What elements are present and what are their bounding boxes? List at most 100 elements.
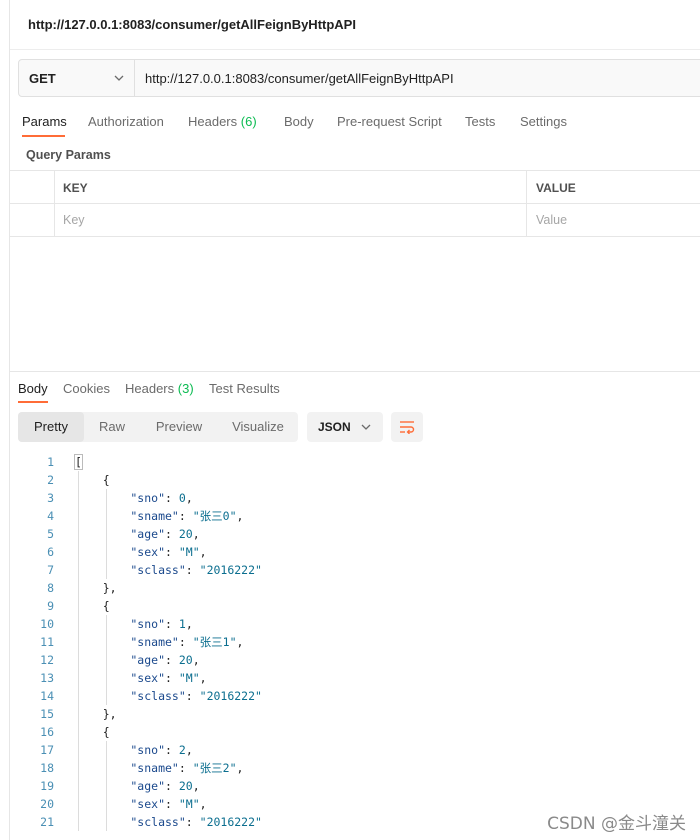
code-text: "sno": 2, — [75, 743, 193, 757]
code-text: "sex": "M", — [75, 545, 207, 559]
view-visualize[interactable]: Visualize — [226, 412, 290, 442]
code-line: 2 { — [10, 471, 700, 489]
line-number: 14 — [40, 689, 54, 703]
line-number: 16 — [40, 725, 54, 739]
code-line: 17 "sno": 2, — [10, 741, 700, 759]
line-number: 4 — [47, 509, 54, 523]
code-text: "age": 20, — [75, 527, 200, 541]
active-response-tab-indicator — [18, 401, 48, 403]
tab-tests[interactable]: Tests — [465, 114, 495, 129]
code-line: 15 }, — [10, 705, 700, 723]
code-text: "age": 20, — [75, 653, 200, 667]
line-number: 17 — [40, 743, 54, 757]
code-line: 6 "sex": "M", — [10, 543, 700, 561]
code-text: "sno": 1, — [75, 617, 193, 631]
active-tab-indicator — [22, 135, 65, 137]
code-text: [ — [74, 454, 83, 470]
code-text: { — [75, 473, 110, 487]
code-text: "sname": "张三2", — [75, 761, 244, 775]
line-number: 10 — [40, 617, 54, 631]
tab-params[interactable]: Params — [22, 114, 67, 129]
line-number: 9 — [47, 599, 54, 613]
code-text: "sname": "张三0", — [75, 509, 244, 523]
query-params-label: Query Params — [26, 148, 111, 162]
line-number: 13 — [40, 671, 54, 685]
query-params-table: KEY VALUE Key Value — [10, 170, 700, 237]
method-select[interactable]: GET — [19, 60, 135, 96]
watermark: CSDN @金斗潼关 — [547, 814, 686, 834]
code-line: 7 "sclass": "2016222" — [10, 561, 700, 579]
tab-settings[interactable]: Settings — [520, 114, 567, 129]
chevron-down-icon — [361, 424, 371, 430]
view-raw[interactable]: Raw — [92, 412, 132, 442]
line-number: 15 — [40, 707, 54, 721]
indent-guide — [106, 615, 107, 705]
param-value-input[interactable]: Value — [536, 213, 567, 227]
tab-headers[interactable]: Headers (6) — [188, 114, 257, 129]
line-number: 5 — [47, 527, 54, 541]
response-tabs: Body Cookies Headers (3) Test Results — [10, 372, 700, 403]
code-line: 13 "sex": "M", — [10, 669, 700, 687]
code-line: 18 "sname": "张三2", — [10, 759, 700, 777]
column-header-value: VALUE — [536, 181, 576, 195]
code-text: "sclass": "2016222" — [75, 815, 262, 829]
line-number: 7 — [47, 563, 54, 577]
request-tab-title[interactable]: http://127.0.0.1:8083/consumer/getAllFei… — [10, 0, 700, 50]
code-line: 11 "sname": "张三1", — [10, 633, 700, 651]
view-mode-switcher: Pretty Raw Preview Visualize — [18, 412, 298, 442]
line-number: 18 — [40, 761, 54, 775]
code-text: "sclass": "2016222" — [75, 563, 262, 577]
response-tab-headers[interactable]: Headers (3) — [125, 381, 194, 396]
line-number: 20 — [40, 797, 54, 811]
column-divider — [54, 171, 55, 237]
indent-guide — [106, 741, 107, 831]
tab-pre-request-script[interactable]: Pre-request Script — [337, 114, 442, 129]
code-text: { — [75, 599, 110, 613]
line-number: 3 — [47, 491, 54, 505]
line-number: 6 — [47, 545, 54, 559]
code-line: 14 "sclass": "2016222" — [10, 687, 700, 705]
code-text: }, — [75, 581, 117, 595]
wrap-lines-button[interactable] — [391, 412, 423, 442]
line-number: 12 — [40, 653, 54, 667]
code-text: "age": 20, — [75, 779, 200, 793]
format-label: JSON — [318, 420, 351, 434]
tab-authorization[interactable]: Authorization — [88, 114, 164, 129]
tab-body[interactable]: Body — [284, 114, 314, 129]
response-body-editor[interactable]: 1[2 {3 "sno": 0, 4 "sname": "张三0", 5 "age"… — [10, 453, 700, 840]
code-text: "sno": 0, — [75, 491, 193, 505]
request-tab-title-text: http://127.0.0.1:8083/consumer/getAllFei… — [28, 17, 356, 32]
method-label: GET — [29, 70, 56, 86]
chevron-down-icon — [114, 75, 124, 81]
format-select[interactable]: JSON — [307, 412, 383, 442]
code-text: }, — [75, 707, 117, 721]
code-line: 16 { — [10, 723, 700, 741]
code-line: 3 "sno": 0, — [10, 489, 700, 507]
view-preview[interactable]: Preview — [148, 412, 210, 442]
view-pretty[interactable]: Pretty — [18, 412, 84, 442]
code-line: 4 "sname": "张三0", — [10, 507, 700, 525]
indent-guide — [106, 489, 107, 579]
request-bar: GET http://127.0.0.1:8083/consumer/getAl… — [18, 59, 700, 97]
line-number: 19 — [40, 779, 54, 793]
code-line: 19 "age": 20, — [10, 777, 700, 795]
code-line: 12 "age": 20, — [10, 651, 700, 669]
line-number: 2 — [47, 473, 54, 487]
code-text: "sclass": "2016222" — [75, 689, 262, 703]
indent-guide — [78, 471, 79, 831]
response-tab-body[interactable]: Body — [18, 381, 48, 396]
request-tabs: Params Authorization Headers (6) Body Pr… — [10, 108, 700, 138]
response-headers-count: (3) — [177, 381, 194, 396]
code-text: "sname": "张三1", — [75, 635, 244, 649]
code-text: "sex": "M", — [75, 671, 207, 685]
wrap-lines-icon — [400, 421, 415, 434]
line-number: 1 — [47, 455, 54, 469]
code-line: 9 { — [10, 597, 700, 615]
code-line: 5 "age": 20, — [10, 525, 700, 543]
code-text: { — [75, 725, 110, 739]
param-key-input[interactable]: Key — [63, 213, 85, 227]
column-divider — [526, 171, 527, 237]
response-tab-cookies[interactable]: Cookies — [63, 381, 110, 396]
response-tab-test-results[interactable]: Test Results — [209, 381, 280, 396]
url-input[interactable]: http://127.0.0.1:8083/consumer/getAllFei… — [135, 60, 700, 96]
